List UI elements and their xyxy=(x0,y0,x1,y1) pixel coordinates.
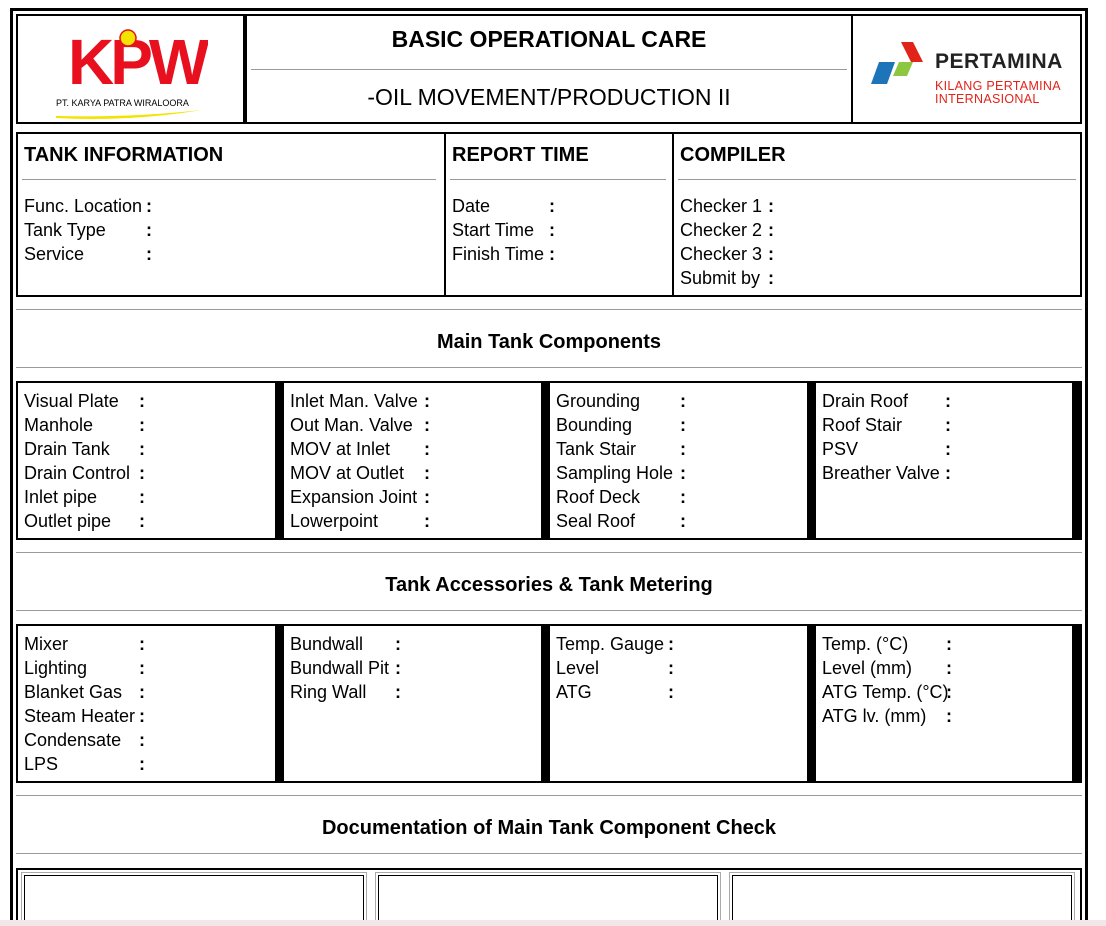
main-components-col-2: Inlet Man. Valve : Out Man. Valve : MOV … xyxy=(290,391,430,531)
info-box: TANK INFORMATION Func. Location : Tank T… xyxy=(16,132,1082,297)
compiler-heading: COMPILER xyxy=(680,144,786,166)
component-label: Drain Control xyxy=(24,463,131,483)
accessory-label: ATG Temp. (°C) xyxy=(822,682,949,702)
main-components-col-4: Drain Roof : Roof Stair : PSV : Breather… xyxy=(822,391,951,483)
form-page: KPW PT. KARYA PATRA WIRALOORA BASIC OPER… xyxy=(10,8,1088,926)
accessory-label: ATG lv. (mm) xyxy=(822,706,927,726)
section-title-main-components: Main Tank Components xyxy=(436,331,662,353)
right-logo-box: PERTAMINA KILANG PERTAMINA INTERNASIONAL xyxy=(851,14,1082,124)
tank-information-heading: TANK INFORMATION xyxy=(24,144,224,166)
field-label: Finish Time xyxy=(452,244,545,264)
section-title-documentation: Documentation of Main Tank Component Che… xyxy=(321,817,777,839)
report-time-column: REPORT TIME Date : Start Time : Finish T… xyxy=(444,134,672,295)
component-label: MOV at Outlet xyxy=(290,463,405,483)
pertamina-logo-icon xyxy=(871,42,923,84)
accessory-label: Mixer xyxy=(24,634,68,654)
field-label: Submit by xyxy=(680,268,761,288)
pertamina-name: PERTAMINA xyxy=(935,50,1063,73)
main-components-grid: Visual Plate : Manhole : Drain Tank : Dr… xyxy=(16,381,1082,540)
documentation-grid xyxy=(16,868,1082,926)
section-title-accessories: Tank Accessories & Tank Metering xyxy=(385,574,713,596)
accessory-label: ATG xyxy=(556,682,592,702)
field-label: Service xyxy=(24,244,85,264)
accessory-label: Lighting xyxy=(24,658,88,678)
component-label: Drain Roof xyxy=(822,391,909,411)
accessories-grid: Mixer : Lighting : Blanket Gas : Steam H… xyxy=(16,624,1082,783)
accessory-label: Level (mm) xyxy=(822,658,913,678)
accessory-label: LPS xyxy=(24,754,59,774)
compiler-column: COMPILER Checker 1 : Checker 2 : Checker… xyxy=(672,134,1080,295)
component-label: Inlet Man. Valve xyxy=(290,391,418,411)
accessory-label: Bundwall Pit xyxy=(290,658,390,678)
accessories-col-4: Temp. (°C) : Level (mm) : ATG Temp. (°C)… xyxy=(822,634,952,726)
main-components-col-3: Grounding : Bounding : Tank Stair : Samp… xyxy=(556,391,686,531)
accessory-label: Condensate xyxy=(24,730,122,750)
photo-slot[interactable] xyxy=(21,872,367,926)
accessories-col-3: Temp. Gauge : Level : ATG : xyxy=(556,634,674,702)
accessory-label: Temp. Gauge xyxy=(556,634,665,654)
page-subtitle: -OIL MOVEMENT/PRODUCTION II xyxy=(367,84,731,110)
field-label: Date xyxy=(452,196,491,216)
kpw-company-name: PT. KARYA PATRA WIRALOORA xyxy=(56,98,189,108)
component-label: Grounding xyxy=(556,391,641,411)
pertamina-line2: INTERNASIONAL xyxy=(935,92,1040,106)
accessory-label: Temp. (°C) xyxy=(822,634,909,654)
accessory-label: Ring Wall xyxy=(290,682,367,702)
kpw-logo-text: KPW xyxy=(68,28,208,98)
component-label: Outlet pipe xyxy=(24,511,112,531)
report-time-heading: REPORT TIME xyxy=(452,144,589,166)
field-label: Tank Type xyxy=(24,220,106,240)
component-label: Bounding xyxy=(556,415,633,435)
component-label: Out Man. Valve xyxy=(290,415,413,435)
accessory-label: Blanket Gas xyxy=(24,682,123,702)
main-components-col-1: Visual Plate : Manhole : Drain Tank : Dr… xyxy=(24,391,145,531)
tank-information-column: TANK INFORMATION Func. Location : Tank T… xyxy=(18,134,444,295)
title-box: BASIC OPERATIONAL CARE -OIL MOVEMENT/PRO… xyxy=(245,14,853,124)
left-logo-box: KPW PT. KARYA PATRA WIRALOORA xyxy=(16,14,245,124)
photo-slot[interactable] xyxy=(729,872,1075,926)
component-label: Visual Plate xyxy=(24,391,119,411)
photo-slot[interactable] xyxy=(375,872,721,926)
component-label: Roof Deck xyxy=(556,487,641,507)
component-label: Inlet pipe xyxy=(24,487,98,507)
component-label: Tank Stair xyxy=(556,439,637,459)
accessory-label: Bundwall xyxy=(290,634,364,654)
field-label: Checker 1 xyxy=(680,196,763,216)
accessory-label: Steam Heater xyxy=(24,706,136,726)
component-label: Expansion Joint xyxy=(290,487,418,507)
component-label: Roof Stair xyxy=(822,415,903,435)
component-label: Manhole xyxy=(24,415,94,435)
component-label: Sampling Hole xyxy=(556,463,674,483)
accessories-col-1: Mixer : Lighting : Blanket Gas : Steam H… xyxy=(24,634,145,774)
component-label: Drain Tank xyxy=(24,439,110,459)
field-label: Checker 2 xyxy=(680,220,763,240)
component-label: Seal Roof xyxy=(556,511,636,531)
component-label: Breather Valve xyxy=(822,463,940,483)
kpw-logo-icon: KPW xyxy=(68,28,208,98)
field-label: Checker 3 xyxy=(680,244,763,264)
accessories-col-2: Bundwall : Bundwall Pit : Ring Wall : xyxy=(290,634,401,702)
field-label: Func. Location xyxy=(24,196,143,216)
component-label: MOV at Inlet xyxy=(290,439,391,459)
page-title: BASIC OPERATIONAL CARE xyxy=(391,26,707,52)
component-label: PSV xyxy=(822,439,859,459)
component-label: Lowerpoint xyxy=(290,511,379,531)
kpw-swoosh-icon xyxy=(56,110,202,119)
accessory-label: Level xyxy=(556,658,600,678)
field-label: Start Time xyxy=(452,220,535,240)
bottom-strip xyxy=(0,920,1106,926)
